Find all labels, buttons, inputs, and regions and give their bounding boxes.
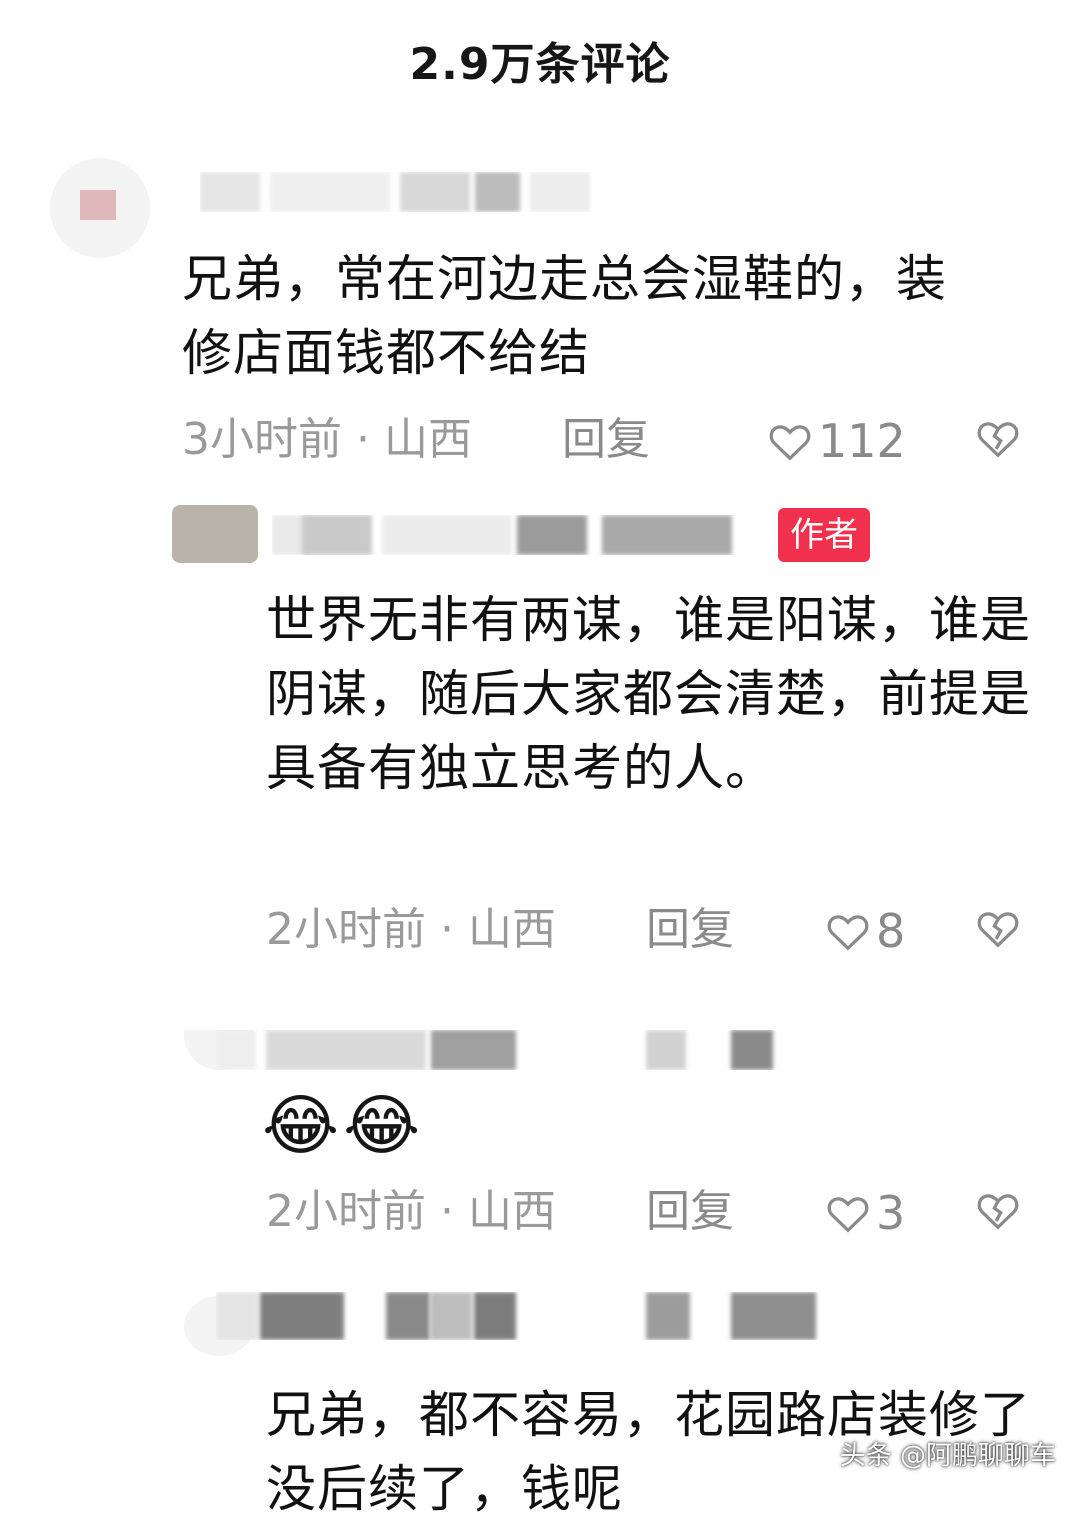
username-blurred[interactable] [216,1292,836,1340]
watermark-text: 头条 @阿鹏聊聊车 [839,1441,1056,1471]
like-button[interactable]: 3 [826,1186,905,1240]
comment-location: 山西 [383,414,472,465]
reply-button[interactable]: 回复 [646,1182,734,1242]
comment-location: 山西 [467,904,556,955]
username-blurred[interactable] [272,515,762,555]
dislike-button[interactable] [976,908,1020,952]
avatar[interactable] [50,158,150,258]
dislike-button[interactable] [976,418,1020,462]
reply-button[interactable]: 回复 [562,410,650,470]
comments-header: 2.9万条评论 [409,39,671,90]
like-count: 8 [876,904,906,958]
like-count: 112 [818,414,906,468]
author-badge: 作者 [778,508,870,562]
comment-text: 兄弟，常在河边走总会湿鞋的，装修店面钱都不给结 [182,250,947,382]
username-blurred[interactable] [216,1030,816,1070]
tears-of-joy-emoji: 😂 [343,1087,421,1164]
comment-time: 3小时前 [182,414,342,465]
broken-heart-icon [977,912,1019,948]
like-button[interactable]: 8 [826,904,905,958]
comment-meta: 2小时前 · 山西 回复 [266,1182,1046,1242]
comment-time: 2小时前 [266,1186,426,1237]
comment-emojis: 😂 😂 [262,1086,420,1166]
broken-heart-icon [977,422,1019,458]
heart-outline-icon [827,915,869,951]
broken-heart-icon [977,1194,1019,1230]
comment-meta: 2小时前 · 山西 回复 [266,900,1046,960]
reply-button[interactable]: 回复 [646,900,734,960]
like-count: 3 [876,1186,906,1240]
heart-outline-icon [827,1197,869,1233]
heart-outline-icon [769,425,811,461]
username-blurred[interactable] [200,172,620,212]
dislike-button[interactable] [976,1190,1020,1234]
like-button[interactable]: 112 [768,414,906,468]
comment-text: 世界无非有两谋，谁是阳谋，谁是阴谋，随后大家都会清楚，前提是具备有独立思考的人。 [266,591,1031,797]
avatar[interactable] [172,505,258,563]
comment-location: 山西 [467,1186,556,1237]
comment-time: 2小时前 [266,904,426,955]
comment-meta: 3小时前 · 山西 回复 [182,410,1042,470]
tears-of-joy-emoji: 😂 [262,1087,340,1164]
